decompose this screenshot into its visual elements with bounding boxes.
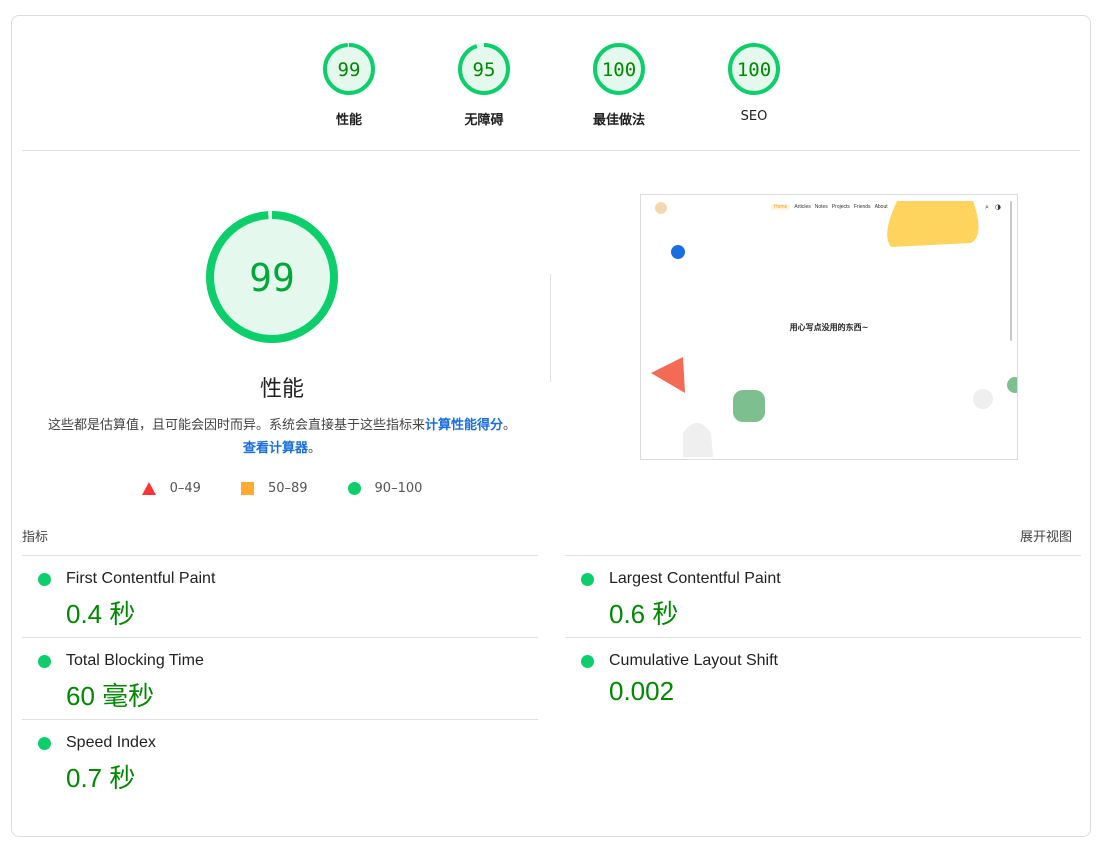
gauge-performance-ring: 99 bbox=[323, 43, 375, 95]
gauge-score: 100 bbox=[737, 59, 771, 81]
category-gauges: 99 性能 95 无障碍 100 最佳做法 100 SEO bbox=[12, 16, 1090, 151]
site-hero-text: 用心写点没用的东西~ bbox=[789, 323, 869, 332]
gauge-score: 99 bbox=[338, 59, 361, 81]
description-sep: 。 bbox=[503, 418, 517, 433]
triangle-icon bbox=[141, 482, 156, 495]
gauge-label: 性能 bbox=[335, 113, 362, 128]
metric-first-contentful-paint: First Contentful Paint 0.4 秒 bbox=[22, 555, 538, 637]
description-text: 这些都是估算值，且可能会因时而异。系统会直接基于这些指标来 bbox=[47, 418, 425, 433]
gauge-label: 最佳做法 bbox=[592, 113, 645, 128]
gray-circle bbox=[973, 389, 993, 409]
metric-name: Speed Index bbox=[66, 734, 156, 751]
metric-value: 0.7 秒 bbox=[66, 763, 136, 793]
legend-pass: 90–100 bbox=[347, 481, 423, 496]
circle-icon bbox=[347, 482, 361, 495]
green-rounded-square bbox=[733, 390, 765, 422]
metric-value: 0.002 bbox=[609, 676, 675, 706]
gray-arch bbox=[683, 423, 713, 457]
metrics-left-column: First Contentful Paint 0.4 秒 Total Block… bbox=[22, 555, 538, 801]
metric-name: Largest Contentful Paint bbox=[609, 570, 781, 587]
metric-value: 0.4 秒 bbox=[66, 599, 136, 629]
pass-circle-icon bbox=[38, 655, 51, 668]
legend-average: 50–89 bbox=[240, 481, 308, 496]
legend-average-label: 50–89 bbox=[267, 481, 308, 496]
score-legend: 0–49 50–89 90–100 bbox=[22, 481, 542, 496]
gauge-seo[interactable]: 100 SEO bbox=[699, 41, 809, 124]
gauge-accessibility-ring: 95 bbox=[458, 43, 510, 95]
gauge-best-practices-ring: 100 bbox=[593, 43, 645, 95]
performance-description: 这些都是估算值，且可能会因时而异。系统会直接基于这些指标来计算性能得分。查看计算… bbox=[42, 414, 522, 460]
page-screenshot[interactable]: Home Articles Notes Projects Friends Abo… bbox=[640, 194, 1018, 460]
gauge-best-practices[interactable]: 100 最佳做法 bbox=[564, 41, 674, 128]
performance-big-ring: 99 bbox=[206, 211, 338, 343]
performance-summary: 99 性能 这些都是估算值，且可能会因时而异。系统会直接基于这些指标来计算性能得… bbox=[22, 151, 542, 521]
metric-name: Total Blocking Time bbox=[66, 652, 204, 669]
metrics-header: 指标 bbox=[22, 530, 49, 545]
gauge-performance[interactable]: 99 性能 bbox=[294, 41, 404, 128]
legend-fail-label: 0–49 bbox=[169, 481, 201, 496]
gauge-seo-ring: 100 bbox=[728, 43, 780, 95]
performance-score: 99 bbox=[249, 256, 295, 300]
metric-value: 60 毫秒 bbox=[66, 681, 155, 711]
metric-total-blocking-time: Total Blocking Time 60 毫秒 bbox=[22, 637, 538, 719]
pass-circle-icon bbox=[38, 737, 51, 750]
pass-circle-icon bbox=[38, 573, 51, 586]
gauge-label: SEO bbox=[740, 109, 768, 124]
calculate-score-link[interactable]: 计算性能得分 bbox=[425, 418, 503, 433]
pass-circle-icon bbox=[581, 573, 594, 586]
gauge-score: 95 bbox=[473, 59, 496, 81]
gauge-score: 100 bbox=[602, 59, 636, 81]
metric-largest-contentful-paint: Largest Contentful Paint 0.6 秒 bbox=[565, 555, 1081, 637]
vertical-divider bbox=[550, 274, 551, 382]
report-card: 99 性能 95 无障碍 100 最佳做法 100 SEO 99 性能 这些都是… bbox=[11, 15, 1091, 837]
metric-value: 0.6 秒 bbox=[609, 599, 679, 629]
legend-fail: 0–49 bbox=[141, 481, 201, 496]
description-end: 。 bbox=[308, 441, 322, 456]
metric-speed-index: Speed Index 0.7 秒 bbox=[22, 719, 538, 801]
yellow-shape bbox=[887, 201, 979, 247]
square-icon bbox=[240, 482, 254, 495]
gauge-accessibility[interactable]: 95 无障碍 bbox=[429, 41, 539, 128]
metric-cumulative-layout-shift: Cumulative Layout Shift 0.002 bbox=[565, 637, 1081, 719]
performance-big-gauge: 99 bbox=[204, 209, 340, 349]
view-calculator-link[interactable]: 查看计算器 bbox=[243, 441, 308, 456]
metric-name: Cumulative Layout Shift bbox=[609, 652, 778, 669]
green-circle bbox=[1007, 377, 1017, 393]
performance-title: 性能 bbox=[259, 377, 304, 402]
blue-circle bbox=[671, 245, 685, 259]
metrics-right-column: Largest Contentful Paint 0.6 秒 Cumulativ… bbox=[565, 555, 1081, 719]
metric-name: First Contentful Paint bbox=[66, 570, 216, 587]
expand-view-button[interactable]: 展开视图 bbox=[1020, 526, 1072, 545]
gauge-label: 无障碍 bbox=[464, 113, 504, 128]
legend-pass-label: 90–100 bbox=[374, 481, 423, 496]
pass-circle-icon bbox=[581, 655, 594, 668]
red-triangle bbox=[651, 357, 685, 393]
